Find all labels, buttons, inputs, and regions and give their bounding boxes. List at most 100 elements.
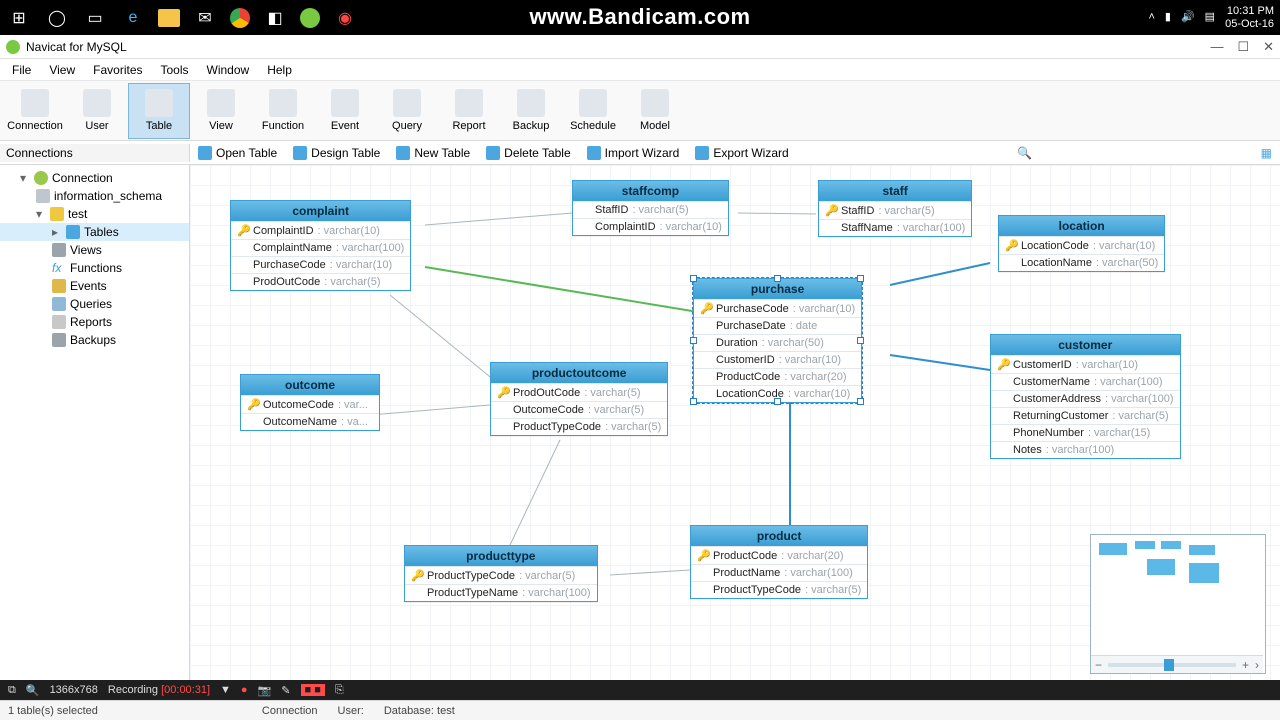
subtoolbar-design-table[interactable]: Design Table [285,144,388,162]
entity-productoutcome[interactable]: productoutcome🔑ProdOutCode : varchar(5)O… [490,362,668,436]
field-row[interactable]: 🔑ComplaintID : varchar(10) [231,221,410,239]
field-row[interactable]: OutcomeName : va... [241,413,379,430]
field-row[interactable]: 🔑CustomerID : varchar(10) [991,355,1180,373]
entity-producttype[interactable]: producttype🔑ProductTypeCode : varchar(5)… [404,545,598,602]
field-row[interactable]: PurchaseDate : date [694,317,861,334]
chrome-icon[interactable] [230,8,250,28]
close-button[interactable]: ✕ [1263,39,1274,55]
taskview-icon[interactable]: ▭ [82,5,108,31]
tree-reports[interactable]: Reports [0,313,189,331]
field-row[interactable]: StaffID : varchar(5) [573,201,728,218]
field-row[interactable]: Notes : varchar(100) [991,441,1180,458]
field-row[interactable]: ProductCode : varchar(20) [694,368,861,385]
field-row[interactable]: ProductTypeCode : varchar(5) [691,581,867,598]
entity-customer[interactable]: customer🔑CustomerID : varchar(10)Custome… [990,334,1181,459]
toolbar-connection[interactable]: Connection [4,83,66,139]
toolbar-model[interactable]: Model [624,83,686,139]
view-toggle-icon[interactable]: ▦ [1253,144,1280,162]
field-row[interactable]: ProductTypeCode : varchar(5) [491,418,667,435]
entity-staffcomp[interactable]: staffcompStaffID : varchar(5)ComplaintID… [572,180,729,236]
field-row[interactable]: ComplaintID : varchar(10) [573,218,728,235]
field-row[interactable]: Duration : varchar(50) [694,334,861,351]
bandicam-icon[interactable]: ◉ [332,5,358,31]
field-row[interactable]: 🔑PurchaseCode : varchar(10) [694,299,861,317]
ms-icon[interactable]: ◧ [262,5,288,31]
toolbar-event[interactable]: Event [314,83,376,139]
tree-backups[interactable]: Backups [0,331,189,349]
toolbar-view[interactable]: View [190,83,252,139]
field-row[interactable]: 🔑LocationCode : varchar(10) [999,236,1164,254]
navicat-icon[interactable] [300,8,320,28]
notifications-icon[interactable]: ▤ [1205,11,1215,23]
zoom-in-button[interactable]: + [1242,658,1249,672]
field-row[interactable]: CustomerName : varchar(100) [991,373,1180,390]
zoom-bar[interactable]: − + › [1091,655,1263,673]
field-row[interactable]: 🔑ProdOutCode : varchar(5) [491,383,667,401]
entity-complaint[interactable]: complaint🔑ComplaintID : varchar(10)Compl… [230,200,411,291]
resize-handle[interactable] [774,275,781,282]
minimize-button[interactable]: — [1210,39,1223,55]
tree-connection[interactable]: ▾Connection [0,169,189,187]
menu-window[interactable]: Window [199,61,258,79]
resize-handle[interactable] [857,337,864,344]
field-row[interactable]: 🔑ProductTypeCode : varchar(5) [405,566,597,584]
tray-chevron-icon[interactable]: ˄ [1148,11,1154,23]
rec-stop-button[interactable]: ■ ■ [301,684,325,696]
toolbar-backup[interactable]: Backup [500,83,562,139]
toolbar-query[interactable]: Query [376,83,438,139]
field-row[interactable]: LocationName : varchar(50) [999,254,1164,271]
entity-staff[interactable]: staff🔑StaffID : varchar(5)StaffName : va… [818,180,972,237]
subtoolbar-open-table[interactable]: Open Table [190,144,285,162]
tree-test-db[interactable]: ▾test [0,205,189,223]
volume-icon[interactable]: 🔊 [1181,11,1195,23]
rec-record-button[interactable]: ● [241,684,248,696]
menu-tools[interactable]: Tools [153,61,197,79]
tree-information-schema[interactable]: information_schema [0,187,189,205]
resize-handle[interactable] [857,275,864,282]
entity-location[interactable]: location🔑LocationCode : varchar(10)Locat… [998,215,1165,272]
tree-tables[interactable]: ▸Tables [0,223,189,241]
cortana-icon[interactable]: ◯ [44,5,70,31]
menu-file[interactable]: File [4,61,39,79]
toolbar-function[interactable]: Function [252,83,314,139]
field-row[interactable]: ProductTypeName : varchar(100) [405,584,597,601]
explorer-icon[interactable] [158,9,180,27]
field-row[interactable]: 🔑OutcomeCode : var... [241,395,379,413]
entity-purchase[interactable]: purchase🔑PurchaseCode : varchar(10)Purch… [693,278,862,403]
field-row[interactable]: PhoneNumber : varchar(15) [991,424,1180,441]
subtoolbar-import-wizard[interactable]: Import Wizard [579,144,688,162]
subtoolbar-export-wizard[interactable]: Export Wizard [687,144,796,162]
resize-handle[interactable] [690,275,697,282]
field-row[interactable]: CustomerAddress : varchar(100) [991,390,1180,407]
entity-product[interactable]: product🔑ProductCode : varchar(20)Product… [690,525,868,599]
entity-outcome[interactable]: outcome🔑OutcomeCode : var...OutcomeName … [240,374,380,431]
tree-functions[interactable]: fxFunctions [0,259,189,277]
start-icon[interactable]: ⊞ [6,5,32,31]
field-row[interactable]: ReturningCustomer : varchar(5) [991,407,1180,424]
menu-help[interactable]: Help [259,61,300,79]
resize-handle[interactable] [857,398,864,405]
rec-capture-icon[interactable]: ⧉ [8,684,16,697]
minimap[interactable]: − + › [1090,534,1266,674]
field-row[interactable]: StaffName : varchar(100) [819,219,971,236]
field-row[interactable]: PurchaseCode : varchar(10) [231,256,410,273]
resize-handle[interactable] [774,398,781,405]
field-row[interactable]: ProductName : varchar(100) [691,564,867,581]
app-icon[interactable]: ✉ [192,5,218,31]
rec-pencil-icon[interactable]: ✎ [281,684,290,697]
field-row[interactable]: CustomerID : varchar(10) [694,351,861,368]
maximize-button[interactable]: ☐ [1237,39,1249,55]
edge-icon[interactable]: e [120,5,146,31]
tree-queries[interactable]: Queries [0,295,189,313]
rec-search-icon[interactable]: 🔍 [26,684,40,697]
zoom-out-button[interactable]: − [1095,658,1102,672]
field-row[interactable]: ProdOutCode : varchar(5) [231,273,410,290]
field-row[interactable]: 🔑ProductCode : varchar(20) [691,546,867,564]
search-icon[interactable]: 🔍 [1009,144,1040,162]
field-row[interactable]: 🔑StaffID : varchar(5) [819,201,971,219]
field-row[interactable]: ComplaintName : varchar(100) [231,239,410,256]
zoom-scroll-icon[interactable]: › [1255,658,1259,672]
clock[interactable]: 10:31 PM 05-Oct-16 [1225,5,1274,29]
toolbar-schedule[interactable]: Schedule [562,83,624,139]
toolbar-user[interactable]: User [66,83,128,139]
